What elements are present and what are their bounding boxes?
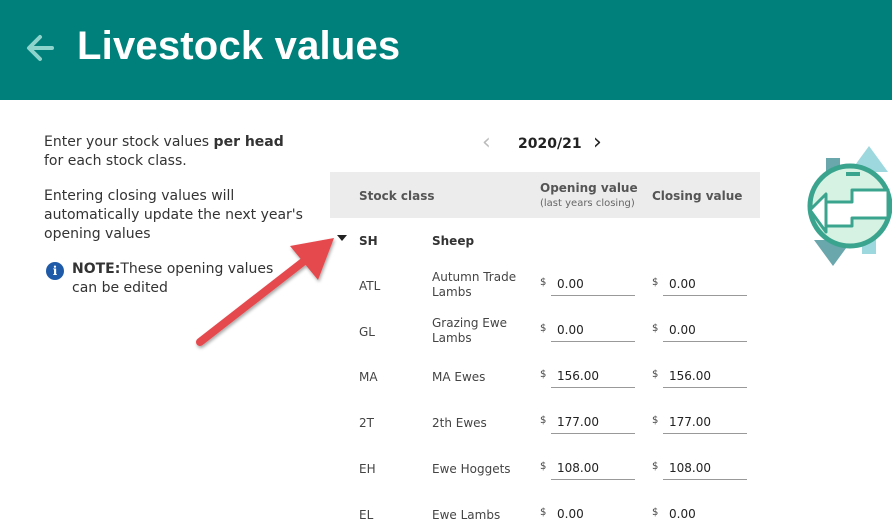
opening-value-input[interactable] [551,364,635,388]
currency-symbol: $ [540,461,547,472]
page-header: Livestock values [0,0,892,100]
closing-value-input[interactable] [663,272,747,296]
currency-symbol: $ [652,507,659,518]
closing-value-input[interactable] [663,364,747,388]
column-header-stock-class: Stock class [359,189,435,203]
currency-symbol: $ [540,277,547,288]
table-row: EL Ewe Lambs $ $ [330,491,760,520]
currency-symbol: $ [540,323,547,334]
currency-symbol: $ [540,415,547,426]
stock-code: ATL [359,279,381,293]
opening-value-input[interactable] [551,318,635,342]
info-icon: i [46,262,64,280]
currency-symbol: $ [652,461,659,472]
currency-symbol: $ [652,277,659,288]
page-title: Livestock values [77,24,401,68]
table-row: EH Ewe Hoggets $ $ [330,445,760,491]
stock-name: Ewe Hoggets [432,462,511,476]
table-row: GL Grazing Ewe Lambs $ $ [330,306,760,352]
stock-name: Grazing Ewe Lambs [432,316,508,345]
stock-name: 2th Ewes [432,416,487,430]
closing-value-input[interactable] [663,318,747,342]
year-label: 2020/21 [518,136,582,152]
arrow-left-icon[interactable] [22,30,58,66]
table-row: 2T 2th Ewes $ $ [330,399,760,445]
stock-name: MA Ewes [432,370,486,384]
stock-name: Ewe Lambs [432,508,501,520]
stock-name: Autumn Trade Lambs [432,270,517,299]
currency-symbol: $ [540,369,547,380]
stock-code: GL [359,325,375,339]
opening-value-input[interactable] [551,456,635,480]
currency-symbol: $ [652,369,659,380]
table-header: Stock class Opening value (last years cl… [330,172,760,218]
column-header-opening-value: Opening value [540,181,638,195]
stock-code: EL [359,508,374,520]
currency-symbol: $ [652,323,659,334]
opening-value-input[interactable] [551,272,635,296]
group-row-sheep: SH Sheep [330,230,760,252]
group-name: Sheep [432,234,475,248]
currency-symbol: $ [652,415,659,426]
chevron-left-icon[interactable]: ‹ [482,132,498,156]
opening-value-input[interactable] [551,502,635,520]
stock-code: EH [359,462,376,476]
opening-value-input[interactable] [551,410,635,434]
year-navigator: ‹ 2020/21 › [478,132,618,156]
closing-value-input[interactable] [663,456,747,480]
column-header-closing-value: Closing value [652,189,743,203]
stock-code: 2T [359,416,374,430]
stock-code: MA [359,370,378,384]
column-header-opening-subtitle: (last years closing) [540,198,635,209]
closing-value-input[interactable] [663,502,747,520]
intro-paragraph-1: Enter your stock values per head for eac… [44,134,284,169]
table-row: MA MA Ewes $ $ [330,353,760,399]
table-row: ATL Autumn Trade Lambs $ $ [330,260,760,306]
group-code: SH [359,234,378,248]
closing-value-input[interactable] [663,410,747,434]
transfer-arrows-icon [807,146,892,266]
annotation-arrow-icon [196,238,334,346]
chevron-right-icon[interactable]: › [593,132,609,156]
currency-symbol: $ [540,507,547,518]
